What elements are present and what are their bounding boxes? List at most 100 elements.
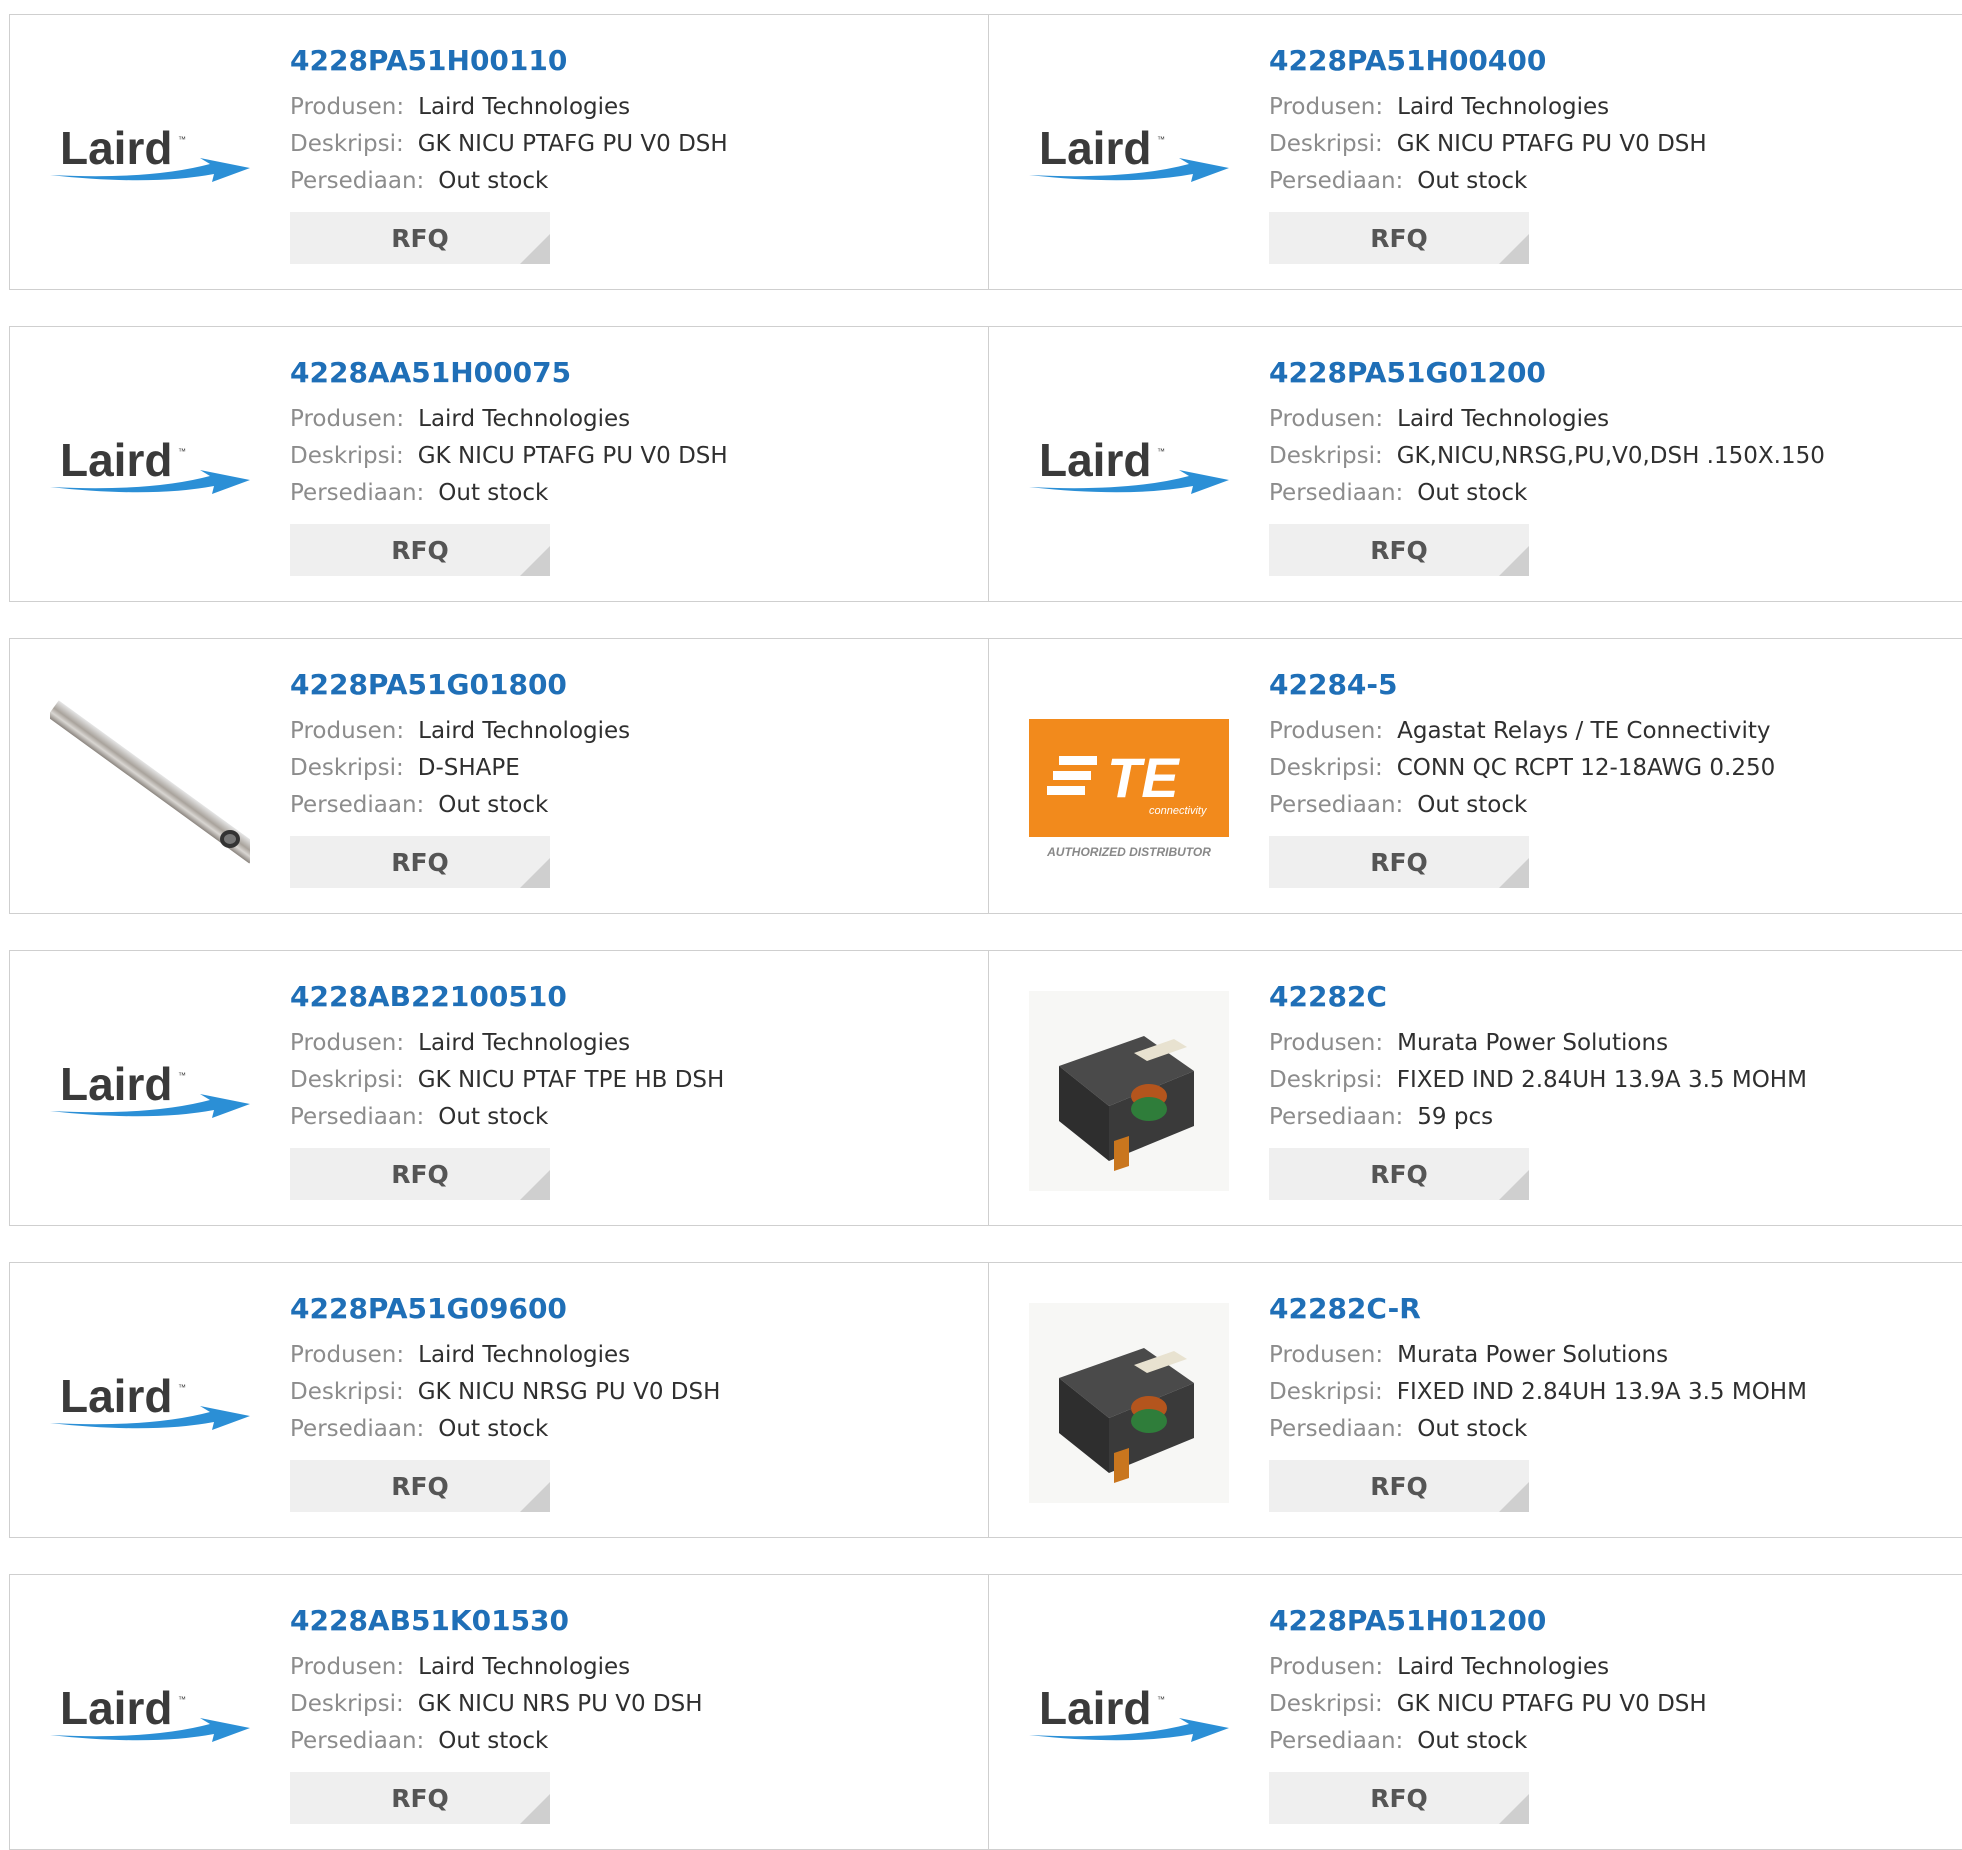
manufacturer-label: Produsen: — [1269, 406, 1384, 432]
manufacturer-label: Produsen: — [1269, 94, 1384, 120]
part-number-link[interactable]: 42282C-R — [1269, 1291, 1929, 1327]
manufacturer-label: Produsen: — [1269, 718, 1384, 744]
part-number-link[interactable]: 4228AB51K01530 — [290, 1603, 950, 1639]
part-number-link[interactable]: 4228PA51H00400 — [1269, 43, 1929, 79]
corner-triangle-icon — [520, 546, 550, 576]
laird-logo[interactable]: Laird ™ — [1029, 55, 1229, 255]
manufacturer-row: Produsen: Laird Technologies — [1269, 89, 1929, 126]
rfq-button[interactable]: RFQ — [290, 1148, 550, 1200]
stock-row: Persediaan: Out stock — [1269, 475, 1929, 512]
manufacturer-value: Murata Power Solutions — [1397, 1342, 1669, 1368]
part-number-link[interactable]: 4228AB22100510 — [290, 979, 950, 1015]
stock-row: Persediaan: Out stock — [290, 1099, 950, 1136]
te-logo-caption: AUTHORIZED DISTRIBUTOR — [1046, 845, 1211, 859]
stock-label: Persediaan: — [1269, 1728, 1404, 1754]
laird-logo-text: Laird — [60, 1058, 172, 1110]
stock-value: Out stock — [1417, 1416, 1528, 1442]
stock-value: Out stock — [1417, 792, 1528, 818]
manufacturer-label: Produsen: — [1269, 1030, 1384, 1056]
rfq-button[interactable]: RFQ — [290, 524, 550, 576]
manufacturer-value: Laird Technologies — [418, 1654, 631, 1680]
stock-row: Persediaan: Out stock — [290, 1411, 950, 1448]
manufacturer-value: Laird Technologies — [418, 1342, 631, 1368]
manufacturer-row: Produsen: Laird Technologies — [1269, 401, 1929, 438]
laird-logo[interactable]: Laird ™ — [1029, 1615, 1229, 1815]
stock-value: Out stock — [438, 1416, 549, 1442]
part-number-link[interactable]: 4228PA51H01200 — [1269, 1603, 1929, 1639]
laird-logo-text: Laird — [1039, 1682, 1151, 1734]
product-row: Laird ™ 4228PA51H00110 Produsen: Laird Te… — [9, 14, 1962, 290]
part-number-link[interactable]: 4228PA51H00110 — [290, 43, 950, 79]
rfq-button[interactable]: RFQ — [290, 836, 550, 888]
rfq-button[interactable]: RFQ — [1269, 1772, 1529, 1824]
description-value: GK NICU PTAFG PU V0 DSH — [417, 443, 728, 469]
stock-value: Out stock — [438, 1104, 549, 1130]
part-number-link[interactable]: 4228PA51G01200 — [1269, 355, 1929, 391]
part-number-link[interactable]: 42284-5 — [1269, 667, 1929, 703]
corner-triangle-icon — [1499, 858, 1529, 888]
manufacturer-label: Produsen: — [1269, 1342, 1384, 1368]
rfq-button[interactable]: RFQ — [290, 1772, 550, 1824]
part-number-link[interactable]: 4228PA51G01800 — [290, 667, 950, 703]
manufacturer-row: Produsen: Murata Power Solutions — [1269, 1337, 1929, 1374]
rfq-button[interactable]: RFQ — [1269, 1460, 1529, 1512]
stock-value: Out stock — [438, 1728, 549, 1754]
stock-label: Persediaan: — [290, 480, 425, 506]
svg-text:™: ™ — [178, 447, 186, 456]
manufacturer-row: Produsen: Laird Technologies — [290, 401, 950, 438]
description-label: Deskripsi: — [1269, 1691, 1383, 1717]
product-card: Laird ™ 4228PA51G09600 Produsen: Laird Te… — [10, 1263, 988, 1537]
corner-triangle-icon — [520, 1170, 550, 1200]
rfq-button[interactable]: RFQ — [1269, 836, 1529, 888]
rfq-button[interactable]: RFQ — [1269, 524, 1529, 576]
product-card: Laird ™ 4228PA51G01200 Produsen: Laird Te… — [988, 327, 1962, 601]
laird-logo[interactable]: Laird ™ — [50, 367, 250, 567]
part-number-link[interactable]: 4228PA51G09600 — [290, 1291, 950, 1327]
laird-logo[interactable]: Laird ™ — [1029, 367, 1229, 567]
rfq-label: RFQ — [391, 223, 449, 253]
description-row: Deskripsi: CONN QC RCPT 12-18AWG 0.250 — [1269, 750, 1929, 787]
rfq-button[interactable]: RFQ — [290, 1460, 550, 1512]
inductor-photo[interactable] — [1029, 991, 1229, 1191]
manufacturer-value: Laird Technologies — [418, 718, 631, 744]
description-row: Deskripsi: GK,NICU,NRSG,PU,V0,DSH .150X.1… — [1269, 438, 1929, 475]
laird-logo[interactable]: Laird ™ — [50, 55, 250, 255]
stock-value: Out stock — [438, 480, 549, 506]
part-number-link[interactable]: 42282C — [1269, 979, 1929, 1015]
description-row: Deskripsi: GK NICU PTAF TPE HB DSH — [290, 1062, 950, 1099]
description-value: FIXED IND 2.84UH 13.9A 3.5 MOHM — [1396, 1067, 1807, 1093]
rfq-button[interactable]: RFQ — [290, 212, 550, 264]
corner-triangle-icon — [520, 234, 550, 264]
rfq-button[interactable]: RFQ — [1269, 212, 1529, 264]
product-row: Laird ™ 4228AB22100510 Produsen: Laird Te… — [9, 950, 1962, 1226]
stock-label: Persediaan: — [1269, 480, 1404, 506]
manufacturer-row: Produsen: Laird Technologies — [290, 89, 950, 126]
product-card: Laird ™ 4228PA51H00110 Produsen: Laird Te… — [10, 15, 988, 289]
manufacturer-label: Produsen: — [290, 718, 405, 744]
stock-row: Persediaan: Out stock — [290, 163, 950, 200]
product-card: 42282C Produsen: Murata Power Solutions D… — [988, 951, 1962, 1225]
part-number-link[interactable]: 4228AA51H00075 — [290, 355, 950, 391]
te-logo[interactable]: TE connectivity AUTHORIZED DISTRIBUTOR — [1029, 679, 1229, 879]
stock-label: Persediaan: — [290, 1416, 425, 1442]
laird-logo[interactable]: Laird ™ — [50, 1303, 250, 1503]
rfq-label: RFQ — [1370, 1159, 1428, 1189]
stock-label: Persediaan: — [1269, 792, 1404, 818]
description-row: Deskripsi: GK NICU NRS PU V0 DSH — [290, 1686, 950, 1723]
laird-logo[interactable]: Laird ™ — [50, 991, 250, 1191]
inductor-photo[interactable] — [1029, 1303, 1229, 1503]
corner-triangle-icon — [1499, 1170, 1529, 1200]
manufacturer-value: Murata Power Solutions — [1397, 1030, 1669, 1056]
svg-text:™: ™ — [1157, 135, 1165, 144]
rfq-button[interactable]: RFQ — [1269, 1148, 1529, 1200]
gasket-rod-photo[interactable] — [50, 679, 250, 879]
product-card: TE connectivity AUTHORIZED DISTRIBUTOR 4… — [988, 639, 1962, 913]
svg-text:™: ™ — [1157, 447, 1165, 456]
description-label: Deskripsi: — [1269, 1067, 1383, 1093]
manufacturer-row: Produsen: Laird Technologies — [290, 713, 950, 750]
laird-logo[interactable]: Laird ™ — [50, 1615, 250, 1815]
description-row: Deskripsi: GK NICU NRSG PU V0 DSH — [290, 1374, 950, 1411]
product-row: Laird ™ 4228AB51K01530 Produsen: Laird Te… — [9, 1574, 1962, 1850]
stock-label: Persediaan: — [1269, 168, 1404, 194]
rfq-label: RFQ — [391, 1471, 449, 1501]
